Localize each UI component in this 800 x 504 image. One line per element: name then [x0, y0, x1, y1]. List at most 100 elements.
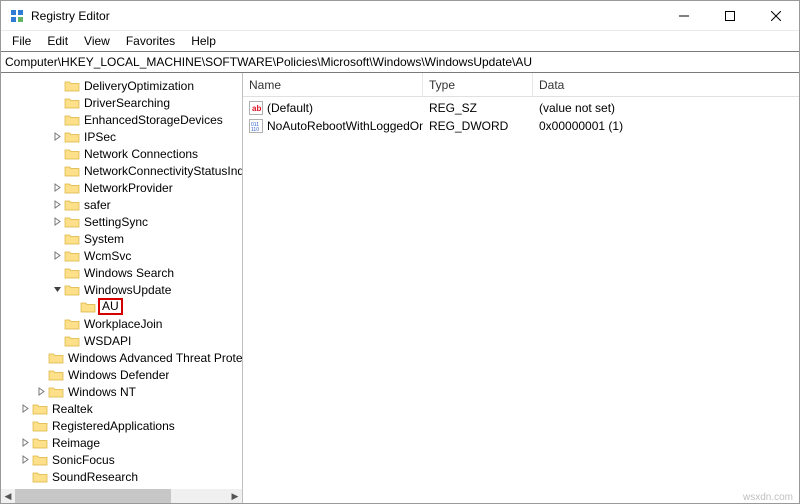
tree-node-label[interactable]: Reimage	[52, 436, 100, 450]
tree-node[interactable]: WcmSvc	[1, 247, 242, 264]
tree-node-label[interactable]: Windows Defender	[68, 368, 169, 382]
expand-icon[interactable]	[19, 437, 31, 449]
tree-node[interactable]: safer	[1, 196, 242, 213]
tree-node[interactable]: NetworkProvider	[1, 179, 242, 196]
address-bar[interactable]: Computer\HKEY_LOCAL_MACHINE\SOFTWARE\Pol…	[1, 51, 799, 73]
tree-node-label[interactable]: DeliveryOptimization	[84, 79, 194, 93]
expand-icon[interactable]	[51, 131, 63, 143]
no-expand-icon	[67, 301, 79, 313]
binary-value-icon: 011110	[249, 119, 263, 133]
tree-node-label[interactable]: IPSec	[84, 130, 116, 144]
maximize-button[interactable]	[707, 1, 753, 31]
tree-node[interactable]: DeliveryOptimization	[1, 77, 242, 94]
scroll-left-button[interactable]: ◀	[1, 489, 15, 503]
list-row[interactable]: 011110 NoAutoRebootWithLoggedOnU...REG_DW…	[243, 117, 799, 135]
column-header-type[interactable]: Type	[423, 73, 533, 96]
tree-node-label[interactable]: safer	[84, 198, 111, 212]
collapse-icon[interactable]	[51, 284, 63, 296]
tree-node[interactable]: SoundResearch	[1, 468, 242, 485]
folder-icon	[64, 164, 80, 178]
tree-node-label[interactable]: WorkplaceJoin	[84, 317, 162, 331]
tree-node-label[interactable]: Network Connections	[84, 147, 198, 161]
tree-node-label[interactable]: NetworkProvider	[84, 181, 173, 195]
expand-icon[interactable]	[19, 454, 31, 466]
no-expand-icon	[51, 267, 63, 279]
tree-node-label[interactable]: Windows Advanced Threat Protection	[68, 351, 242, 365]
folder-icon	[64, 79, 80, 93]
tree-pane[interactable]: DeliveryOptimization DriverSearching Enhan…	[1, 73, 243, 503]
tree-node[interactable]: AU	[1, 298, 242, 315]
tree-node[interactable]: SonicFocus	[1, 451, 242, 468]
list-body[interactable]: ab(Default)REG_SZ(value not set) 011110 No…	[243, 97, 799, 503]
tree-node[interactable]: NetworkConnectivityStatusIndicator	[1, 162, 242, 179]
tree-node-label[interactable]: WcmSvc	[84, 249, 131, 263]
tree-node[interactable]: WorkplaceJoin	[1, 315, 242, 332]
expand-icon[interactable]	[51, 250, 63, 262]
no-expand-icon	[51, 335, 63, 347]
expand-icon[interactable]	[51, 199, 63, 211]
expand-icon[interactable]	[19, 403, 31, 415]
tree-node-label[interactable]: SonicFocus	[52, 453, 115, 467]
address-text: Computer\HKEY_LOCAL_MACHINE\SOFTWARE\Pol…	[5, 55, 532, 69]
tree-node-label[interactable]: WSDAPI	[84, 334, 131, 348]
tree-node-label[interactable]: RegisteredApplications	[52, 419, 175, 433]
tree-node[interactable]: Windows Search	[1, 264, 242, 281]
tree-node-label[interactable]: AU	[98, 298, 123, 315]
close-button[interactable]	[753, 1, 799, 31]
svg-text:110: 110	[251, 127, 259, 133]
minimize-button[interactable]	[661, 1, 707, 31]
tree-node[interactable]: System	[1, 230, 242, 247]
no-expand-icon	[19, 420, 31, 432]
tree-node-label[interactable]: DriverSearching	[84, 96, 170, 110]
tree-node-label[interactable]: System	[84, 232, 124, 246]
tree-node-label[interactable]: SettingSync	[84, 215, 148, 229]
tree-node[interactable]: EnhancedStorageDevices	[1, 111, 242, 128]
no-expand-icon	[51, 233, 63, 245]
folder-icon	[64, 283, 80, 297]
list-row[interactable]: ab(Default)REG_SZ(value not set)	[243, 99, 799, 117]
folder-icon	[48, 368, 64, 382]
cell-data: (value not set)	[533, 101, 799, 115]
tree-node[interactable]: IPSec	[1, 128, 242, 145]
tree-node-label[interactable]: WindowsUpdate	[84, 283, 171, 297]
tree-node[interactable]: RegisteredApplications	[1, 417, 242, 434]
tree-node[interactable]: WindowsUpdate	[1, 281, 242, 298]
column-header-name[interactable]: Name	[243, 73, 423, 96]
folder-icon	[64, 96, 80, 110]
horizontal-scrollbar[interactable]: ◀ ▶	[1, 489, 242, 503]
expand-icon[interactable]	[35, 386, 47, 398]
window-controls	[661, 1, 799, 30]
cell-type: REG_DWORD	[423, 119, 533, 133]
tree-node[interactable]: Windows Advanced Threat Protection	[1, 349, 242, 366]
scroll-right-button[interactable]: ▶	[228, 489, 242, 503]
tree-node-label[interactable]: EnhancedStorageDevices	[84, 113, 223, 127]
expand-icon[interactable]	[51, 182, 63, 194]
menu-file[interactable]: File	[5, 32, 38, 50]
folder-icon	[32, 436, 48, 450]
tree-node-label[interactable]: NetworkConnectivityStatusIndicator	[84, 164, 242, 178]
tree-node[interactable]: DriverSearching	[1, 94, 242, 111]
menu-view[interactable]: View	[77, 32, 117, 50]
tree-node[interactable]: SettingSync	[1, 213, 242, 230]
expand-icon[interactable]	[51, 216, 63, 228]
tree-node[interactable]: Windows NT	[1, 383, 242, 400]
tree-node-label[interactable]: Windows NT	[68, 385, 136, 399]
scroll-track[interactable]	[15, 489, 228, 503]
value-name: NoAutoRebootWithLoggedOnU...	[267, 119, 423, 133]
menu-edit[interactable]: Edit	[40, 32, 75, 50]
tree-node[interactable]: WSDAPI	[1, 332, 242, 349]
tree-node-label[interactable]: Realtek	[52, 402, 93, 416]
tree-node-label[interactable]: Windows Search	[84, 266, 174, 280]
tree: DeliveryOptimization DriverSearching Enhan…	[1, 77, 242, 503]
tree-node[interactable]: Windows Defender	[1, 366, 242, 383]
no-expand-icon	[19, 471, 31, 483]
tree-node[interactable]: Realtek	[1, 400, 242, 417]
tree-node-label[interactable]: SoundResearch	[52, 470, 138, 484]
column-header-data[interactable]: Data	[533, 73, 799, 96]
menu-help[interactable]: Help	[184, 32, 223, 50]
scroll-thumb[interactable]	[15, 489, 171, 503]
tree-node[interactable]: Reimage	[1, 434, 242, 451]
cell-data: 0x00000001 (1)	[533, 119, 799, 133]
tree-node[interactable]: Network Connections	[1, 145, 242, 162]
menu-favorites[interactable]: Favorites	[119, 32, 182, 50]
